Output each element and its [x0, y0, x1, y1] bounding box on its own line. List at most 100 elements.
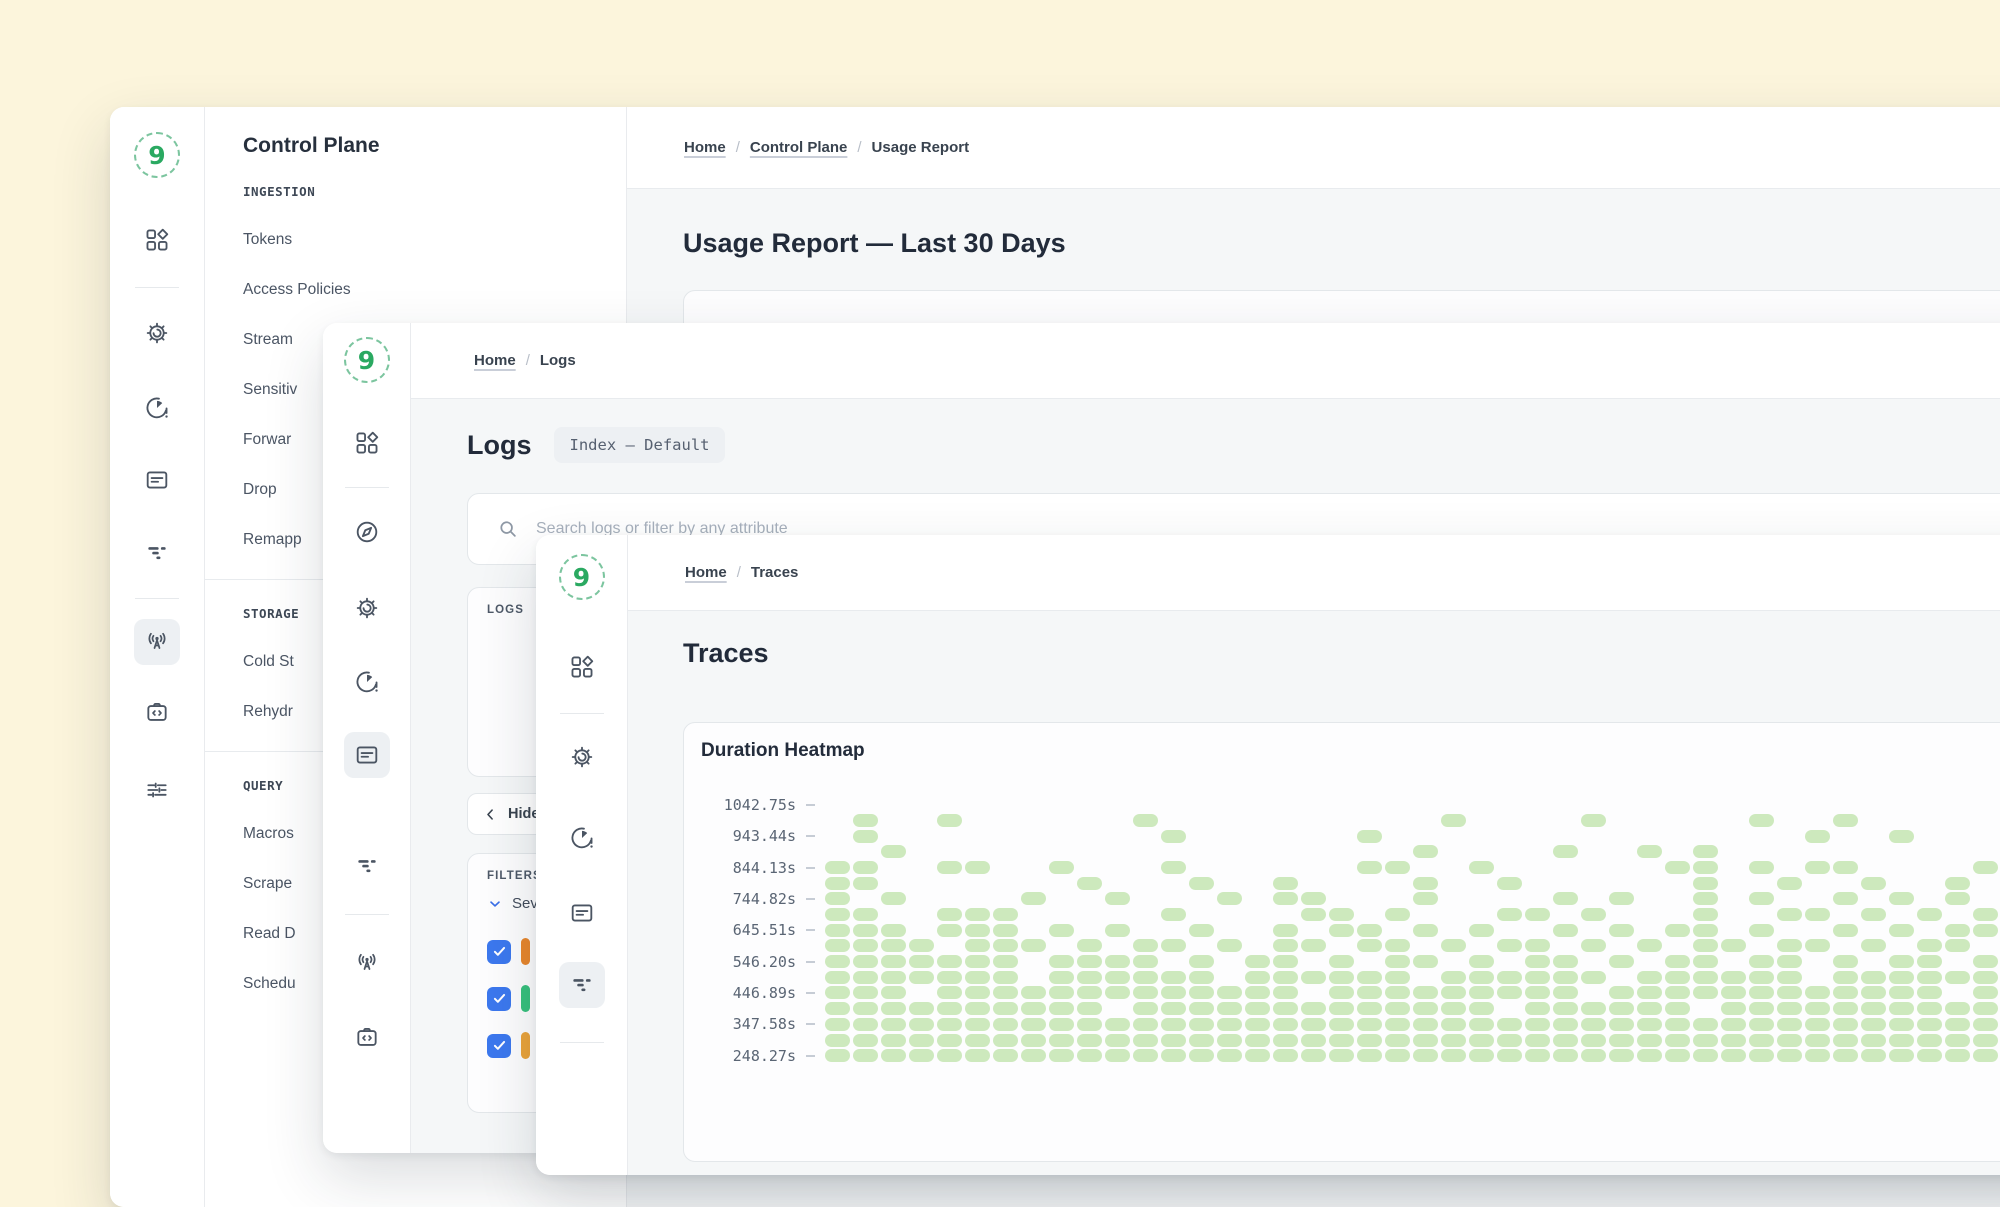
heatmap-cell — [1301, 939, 1326, 952]
heatmap-cell — [1469, 1002, 1494, 1015]
heatmap-cell — [993, 924, 1018, 937]
heatmap-cell — [1133, 1034, 1158, 1047]
nav-title: Control Plane — [243, 134, 626, 158]
y-axis-tick — [806, 1023, 815, 1025]
heatmap-cell — [853, 1002, 878, 1015]
broadcast-antenna-icon[interactable] — [344, 940, 390, 986]
heatmap-cell — [993, 1018, 1018, 1031]
heatmap-cell — [1553, 1049, 1578, 1062]
compass-icon[interactable] — [344, 509, 390, 555]
apps-grid-icon[interactable] — [134, 217, 180, 263]
heatmap-cell — [1273, 1018, 1298, 1031]
heatmap-cell — [1133, 939, 1158, 952]
clock-alert-icon[interactable] — [134, 385, 180, 431]
heatmap-cell — [1301, 908, 1326, 921]
heatmap-cell — [1889, 924, 1914, 937]
heatmap-cell — [1805, 1018, 1830, 1031]
broadcast-antenna-icon[interactable] — [134, 619, 180, 665]
breadcrumb-link-home[interactable]: Home — [685, 564, 727, 581]
heatmap-cell — [1609, 1002, 1634, 1015]
heatmap-cell — [993, 955, 1018, 968]
heatmap-cell — [1469, 955, 1494, 968]
heatmap-cell — [853, 908, 878, 921]
heatmap-cell — [825, 861, 850, 874]
gear-spiral-icon[interactable] — [134, 310, 180, 356]
heatmap-cell — [965, 1002, 990, 1015]
rail-divider — [135, 598, 179, 599]
heatmap-cell — [1861, 1002, 1886, 1015]
heatmap-cell — [1553, 1034, 1578, 1047]
breadcrumb-link-home[interactable]: Home — [684, 139, 726, 156]
heatmap-cell — [1273, 877, 1298, 890]
heatmap-cell — [1805, 1002, 1830, 1015]
heatmap-cell — [881, 924, 906, 937]
nav-item-access-policies[interactable]: Access Policies — [243, 265, 626, 315]
heatmap-cell — [965, 939, 990, 952]
index-badge[interactable]: Index — Default — [554, 427, 726, 463]
checkbox-info[interactable] — [487, 987, 511, 1011]
breadcrumb-link-control-plane[interactable]: Control Plane — [750, 139, 848, 156]
nav-item-tokens[interactable]: Tokens — [243, 215, 626, 265]
breadcrumb: Home/Logs — [474, 352, 576, 369]
logs-card-icon[interactable] — [559, 890, 605, 936]
heatmap-cell — [937, 986, 962, 999]
heatmap-cell — [825, 1034, 850, 1047]
heatmap-cell — [1749, 1034, 1774, 1047]
heatmap-cell — [1665, 924, 1690, 937]
y-axis-tick-label: 446.89s — [684, 983, 796, 1003]
gear-spiral-icon[interactable] — [559, 734, 605, 780]
checkbox-warn[interactable] — [487, 1034, 511, 1058]
clock-alert-icon[interactable] — [559, 815, 605, 861]
rail-divider — [560, 713, 604, 714]
y-axis-tick-label: 744.82s — [684, 889, 796, 909]
heatmap-cell — [1917, 971, 1942, 984]
heatmap-cell — [1133, 1018, 1158, 1031]
logo-9-icon[interactable]: 9 — [344, 337, 390, 383]
apps-grid-icon[interactable] — [559, 644, 605, 690]
heatmap-cell — [1441, 814, 1466, 827]
heatmap-cell — [1861, 1034, 1886, 1047]
heatmap-cell — [993, 1002, 1018, 1015]
heatmap-cell — [825, 1002, 850, 1015]
clock-alert-icon[interactable] — [344, 659, 390, 705]
heatmap-cell — [1133, 1049, 1158, 1062]
heatmap-cell — [853, 814, 878, 827]
y-axis-tick-label: 943.44s — [684, 826, 796, 846]
heatmap-cell — [1077, 1034, 1102, 1047]
trace-waterfall-icon[interactable] — [559, 962, 605, 1008]
gear-spiral-icon[interactable] — [344, 585, 390, 631]
hide-button-label: Hide — [508, 806, 539, 822]
logo-9-icon[interactable]: 9 — [134, 132, 180, 178]
heatmap-cell — [1917, 939, 1942, 952]
trace-waterfall-icon[interactable] — [134, 530, 180, 576]
checkbox-error[interactable] — [487, 940, 511, 964]
heatmap-cell — [1945, 1034, 1970, 1047]
heatmap-cell — [1721, 971, 1746, 984]
heatmap-cell — [853, 1018, 878, 1031]
heatmap-cell — [1721, 986, 1746, 999]
code-box-icon[interactable] — [134, 690, 180, 736]
heatmap-cell — [1217, 939, 1242, 952]
heatmap-cell — [1413, 1018, 1438, 1031]
sliders-icon[interactable] — [134, 767, 180, 813]
page-title: Usage Report — Last 30 Days — [683, 223, 2000, 263]
heatmap-cell — [1161, 861, 1186, 874]
breadcrumb-link-home[interactable]: Home — [474, 352, 516, 369]
heatmap-cell — [1609, 1018, 1634, 1031]
page-title: Logs — [467, 425, 532, 465]
y-axis-tick — [806, 992, 815, 994]
code-box-icon[interactable] — [344, 1015, 390, 1061]
logo-9-icon[interactable]: 9 — [559, 554, 605, 600]
y-axis-tick — [806, 835, 815, 837]
heatmap-cell — [1049, 955, 1074, 968]
heatmap-cell — [1161, 830, 1186, 843]
heatmap-cell — [1805, 1049, 1830, 1062]
trace-waterfall-icon[interactable] — [344, 843, 390, 889]
heatmap-cell — [1777, 986, 1802, 999]
logs-card-icon[interactable] — [134, 457, 180, 503]
logs-card-icon[interactable] — [344, 732, 390, 778]
heatmap-cell — [909, 939, 934, 952]
heatmap-cell — [1049, 1002, 1074, 1015]
apps-grid-icon[interactable] — [344, 420, 390, 466]
heatmap-cell — [1861, 877, 1886, 890]
